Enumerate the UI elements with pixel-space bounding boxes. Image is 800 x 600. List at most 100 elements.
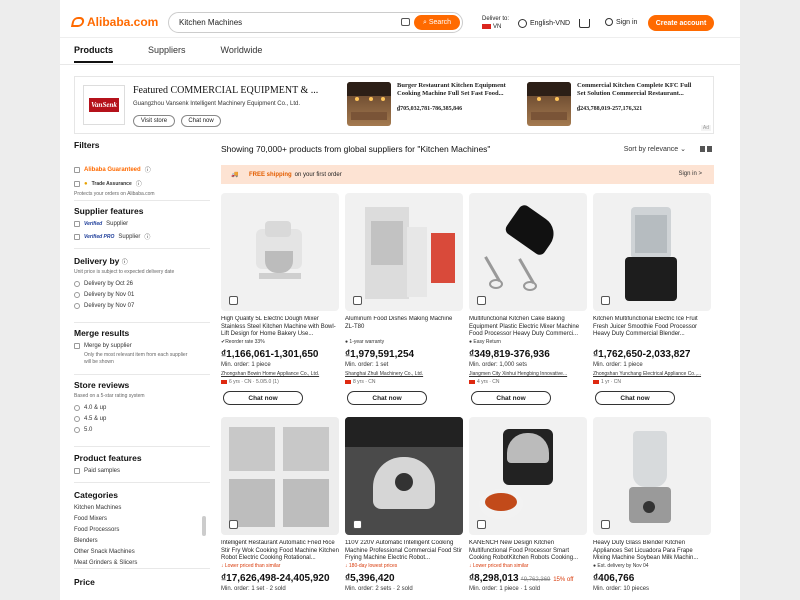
language-selector[interactable]: English-VND [518,19,570,28]
radio[interactable] [74,303,80,309]
alibaba-logo[interactable]: Alibaba.com [70,15,158,29]
visit-store-button[interactable]: Visit store [133,115,175,127]
delivery-option[interactable]: Delivery by Nov 07 [74,303,174,309]
category-link[interactable]: Other Snack Machines [74,549,210,555]
product-card[interactable]: Multifunctional Kitchen Cake Baking Equi… [469,193,587,405]
product-image[interactable] [345,193,463,311]
product-image[interactable] [345,417,463,535]
product-image[interactable] [593,417,711,535]
checkbox[interactable] [74,233,80,240]
product-card[interactable]: Heavy Duty Glass Blender Kitchen Applian… [593,417,711,592]
chat-now-button[interactable]: Chat now [223,391,303,405]
product-title[interactable]: Intelligent Restaurant Automatic Fried R… [221,540,339,562]
radio[interactable] [74,416,80,422]
rating-option[interactable]: 5.0 [74,427,145,433]
trade-assurance-option[interactable]: ● Trade Assurance ⓘ [74,179,155,188]
product-title[interactable]: Kitchen Multifunctional Electric Ice Fru… [593,316,711,338]
product-card[interactable]: Kitchen Multifunctional Electric Ice Fru… [593,193,711,405]
product-image[interactable] [221,417,339,535]
product-card[interactable]: High Quality 5L Electric Dough Mixer Sta… [221,193,339,405]
product-tag: ● 1-year warranty [345,339,385,345]
product-tag: ● Est. delivery by Nov 04 [593,563,649,569]
view-toggle[interactable] [700,146,712,152]
tab-worldwide[interactable]: Worldwide [221,44,263,63]
product-title[interactable]: Heavy Duty Glass Blender Kitchen Applian… [593,540,711,562]
compare-icon[interactable] [229,520,238,529]
create-account-button[interactable]: Create account [648,15,714,31]
banner-promo-1[interactable]: Burger Restaurant Kitchen Equipment Cook… [347,82,517,126]
grid-view-icon[interactable] [707,146,712,152]
radio[interactable] [74,292,80,298]
camera-icon[interactable] [401,18,410,26]
supplier-link[interactable]: Jiangmen City Xinhui Hengbing Innovative… [469,371,587,377]
featured-supplier-banner: VanSenk Featured COMMERCIAL EQUIPMENT & … [74,76,714,134]
promo-price-1: ₫705,032,781-786,385,846 [397,106,463,112]
category-link[interactable]: Meat Grinders & Slicers [74,560,210,566]
compare-icon[interactable] [353,296,362,305]
search-input[interactable] [179,18,399,27]
product-image[interactable] [221,193,339,311]
cart-icon[interactable] [579,19,590,28]
product-title[interactable]: High Quality 5L Electric Dough Mixer Sta… [221,316,339,338]
product-card[interactable]: Intelligent Restaurant Automatic Fried R… [221,417,339,592]
chat-now-button[interactable]: Chat now [471,391,551,405]
chat-now-button[interactable]: Chat now [595,391,675,405]
alibaba-guaranteed-option[interactable]: Alibaba Guaranteed ⓘ [74,165,155,174]
deliver-label: Deliver to: [482,16,510,22]
categories-scrollbar[interactable] [202,516,206,536]
category-link[interactable]: Blenders [74,538,210,544]
product-title[interactable]: KANENCH New Design Kitchen Multifunction… [469,540,587,562]
product-title[interactable]: 110V 220V Automatic Intelligent Cooking … [345,540,463,562]
radio[interactable] [74,281,80,287]
rating-option[interactable]: 4.5 & up [74,416,145,422]
shipping-sign-in-link[interactable]: Sign in > [678,171,702,177]
checkbox[interactable] [74,468,80,474]
radio[interactable] [74,405,80,411]
category-link[interactable]: Kitchen Machines [74,505,210,511]
banner-chat-now-button[interactable]: Chat now [181,115,221,127]
verified-pro-supplier-option[interactable]: Verified PRO Supplier ⓘ [74,232,150,241]
product-image[interactable] [469,193,587,311]
supplier-link[interactable]: Zhongshan Bowin Home Appliance Co., Ltd. [221,371,339,377]
supplier-link[interactable]: Zhongshan Yunchang Electrical Appliance … [593,371,711,377]
compare-icon[interactable] [477,520,486,529]
product-title[interactable]: Aluminum Food Dishes Making Machine ZL-T… [345,316,463,338]
compare-icon[interactable] [601,520,610,529]
product-card[interactable]: KANENCH New Design Kitchen Multifunction… [469,417,587,592]
verified-supplier-option[interactable]: Verified Supplier [74,221,150,227]
delivery-option[interactable]: Delivery by Oct 26 [74,281,174,287]
compare-icon[interactable] [353,520,362,529]
list-view-icon[interactable] [700,146,705,152]
vansenk-logo[interactable]: VanSenk [83,85,125,125]
compare-icon[interactable] [601,296,610,305]
merge-by-supplier-option[interactable]: Merge by supplier [74,343,194,349]
sign-in-link[interactable]: Sign in [605,18,637,26]
product-card[interactable]: 110V 220V Automatic Intelligent Cooking … [345,417,463,592]
supplier-link[interactable]: Shanghai Zhuli Machinery Co., Ltd. [345,371,463,377]
radio[interactable] [74,427,80,433]
tab-suppliers[interactable]: Suppliers [148,44,186,63]
compare-icon[interactable] [477,296,486,305]
sort-dropdown[interactable]: Sort by relevance ⌄ [624,145,686,153]
chat-now-button[interactable]: Chat now [347,391,427,405]
delivery-option[interactable]: Delivery by Nov 01 [74,292,174,298]
paid-samples-option[interactable]: Paid samples [74,468,142,474]
search-button[interactable]: ⌕ Search [414,15,460,30]
category-link[interactable]: Food Mixers [74,516,210,522]
banner-title[interactable]: Featured COMMERCIAL EQUIPMENT & ... [133,85,318,96]
vietnam-flag-icon [482,23,491,29]
tab-products[interactable]: Products [74,44,114,63]
checkbox[interactable] [74,180,80,187]
product-image[interactable] [593,193,711,311]
product-image[interactable] [469,417,587,535]
compare-icon[interactable] [229,296,238,305]
rating-option[interactable]: 4.0 & up [74,405,145,411]
banner-promo-2[interactable]: Commercial Kitchen Complete KFC Full Set… [527,82,697,126]
deliver-to[interactable]: Deliver to: VN [482,15,509,31]
checkbox[interactable] [74,221,80,227]
category-link[interactable]: Food Processors [74,527,210,533]
product-title[interactable]: Multifunctional Kitchen Cake Baking Equi… [469,316,587,338]
checkbox[interactable] [74,166,80,173]
product-card[interactable]: Aluminum Food Dishes Making Machine ZL-T… [345,193,463,405]
checkbox[interactable] [74,343,80,349]
